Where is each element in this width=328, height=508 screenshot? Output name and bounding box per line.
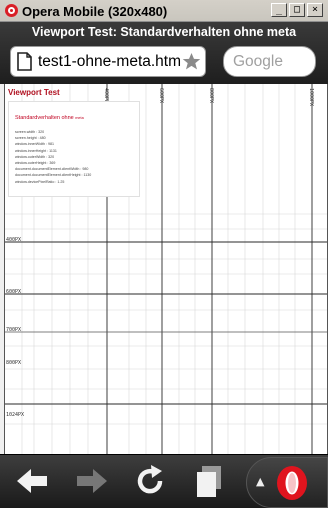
opera-menu-button[interactable]: ▲: [246, 457, 328, 508]
back-arrow-icon[interactable]: [10, 461, 56, 501]
maximize-button[interactable]: □: [289, 3, 305, 17]
search-field[interactable]: Google: [223, 46, 316, 77]
info-title-suffix: meta: [75, 116, 84, 120]
ruler-left-label: 800PX: [6, 360, 21, 366]
page-title: Viewport Test: Standardverhalten ohne me…: [31, 25, 297, 39]
reload-icon[interactable]: [127, 461, 173, 501]
info-title-text: Standardverhalten ohne: [15, 115, 74, 121]
window-title: Opera Mobile (320x480): [22, 4, 168, 19]
ruler-top-label: 800PX: [208, 88, 214, 103]
tabs-icon[interactable]: [186, 461, 232, 501]
info-title: Standardverhalten ohne meta: [15, 115, 84, 121]
window-titlebar: Opera Mobile (320x480) _ □ ×: [0, 0, 328, 22]
page-icon: [17, 52, 32, 71]
minimize-button[interactable]: _: [271, 3, 287, 17]
ruler-left-label: 700PX: [6, 327, 21, 333]
opera-app-icon: [5, 4, 18, 17]
info-list: screen.width : 320 screen.height : 480 w…: [15, 129, 91, 185]
ruler-top-label: 1000PX: [308, 88, 314, 106]
info-line: window.devicePixelRatio : 1.25: [15, 179, 65, 184]
url-text[interactable]: test1-ohne-meta.htm: [38, 53, 190, 71]
viewport-info-box: Standardverhalten ohne meta screen.width…: [8, 101, 140, 197]
ruler-left-label: 1024PX: [6, 412, 24, 418]
opera-logo: [277, 466, 307, 500]
ruler-left-label: 400PX: [6, 237, 21, 243]
ruler-top-label: 600PX: [158, 88, 164, 103]
info-line: document.documentElement.clientHeight : …: [15, 173, 92, 178]
star-icon[interactable]: [182, 52, 201, 71]
bottom-toolbar: ▲: [0, 454, 328, 508]
close-button[interactable]: ×: [307, 3, 323, 17]
menu-arrow-icon: ▲: [256, 475, 265, 488]
browser-header: Viewport Test: Standardverhalten ohne me…: [0, 22, 328, 84]
ruler-left-label: 600PX: [6, 289, 21, 295]
page-heading: Viewport Test: [8, 88, 60, 97]
page-viewport[interactable]: 400PX 600PX 800PX 1000PX 400PX 600PX 700…: [4, 84, 328, 454]
forward-arrow-icon[interactable]: [68, 461, 114, 501]
address-field[interactable]: test1-ohne-meta.htm: [10, 46, 206, 77]
search-placeholder[interactable]: Google: [233, 53, 283, 71]
